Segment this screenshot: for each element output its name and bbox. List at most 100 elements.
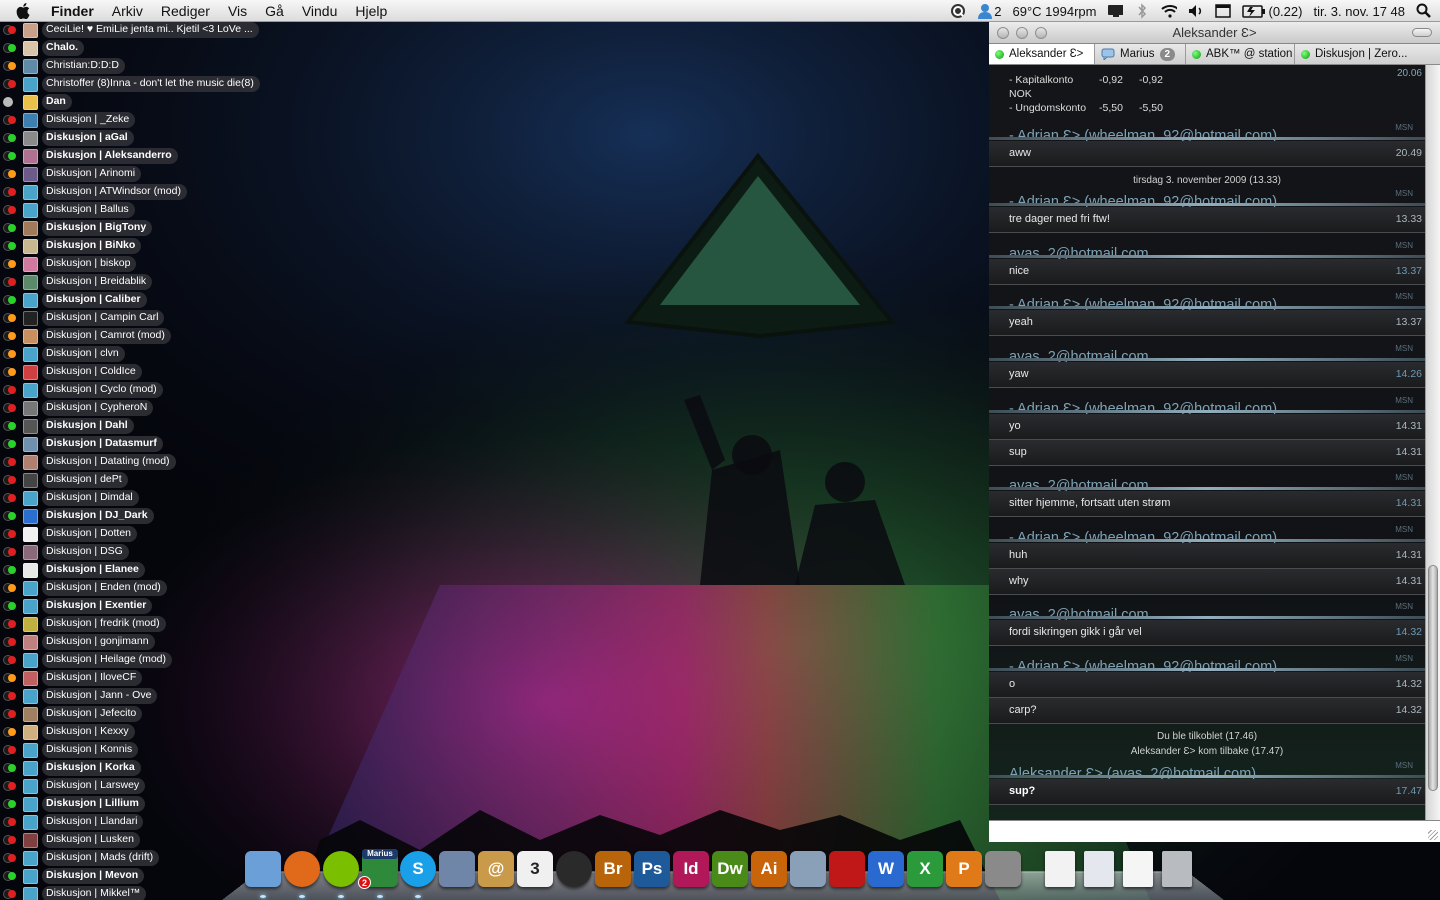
finder-icon[interactable] bbox=[245, 851, 281, 887]
dreamweaver-icon[interactable]: Dw bbox=[712, 851, 748, 887]
buddy-row[interactable]: Diskusjon | Breidablik bbox=[0, 273, 270, 291]
buddy-row[interactable]: Diskusjon | Dotten bbox=[0, 525, 270, 543]
buddy-row[interactable]: Diskusjon | Camrot (mod) bbox=[0, 327, 270, 345]
buddy-row[interactable]: Diskusjon | clvn bbox=[0, 345, 270, 363]
buddy-row[interactable]: Chalo. bbox=[0, 39, 270, 57]
menu-finder[interactable]: Finder bbox=[42, 0, 103, 22]
skype-icon[interactable]: S bbox=[400, 851, 436, 887]
indesign-icon[interactable]: Id bbox=[673, 851, 709, 887]
display-icon[interactable] bbox=[1107, 3, 1124, 19]
address-book-icon[interactable]: @ bbox=[478, 851, 514, 887]
buddy-row[interactable]: Diskusjon | Datasmurf bbox=[0, 435, 270, 453]
buddy-row[interactable]: CeciLie! ♥ EmiLie jenta mi.. Kjetil <3 L… bbox=[0, 21, 270, 39]
menu-rediger[interactable]: Rediger bbox=[152, 0, 219, 22]
blank-document-icon[interactable] bbox=[1123, 851, 1153, 887]
buddy-row[interactable]: Diskusjon | Exentier bbox=[0, 597, 270, 615]
buddy-row[interactable]: Diskusjon | DJ_Dark bbox=[0, 507, 270, 525]
photoshop-icon[interactable]: Ps bbox=[634, 851, 670, 887]
buddy-row[interactable]: Diskusjon | fredrik (mod) bbox=[0, 615, 270, 633]
buddy-row[interactable]: Dan bbox=[0, 93, 270, 111]
adium-icon[interactable]: Marius 2 bbox=[358, 849, 398, 889]
buddy-row[interactable]: Diskusjon | Aleksanderro bbox=[0, 147, 270, 165]
tab-aleksander[interactable]: Aleksander Ɛ> bbox=[989, 44, 1095, 64]
menu-vis[interactable]: Vis bbox=[219, 0, 256, 22]
buddy-row[interactable]: Diskusjon | Kexxy bbox=[0, 723, 270, 741]
zoom-button[interactable] bbox=[1035, 27, 1047, 39]
buddy-row[interactable]: Diskusjon | Konnis bbox=[0, 741, 270, 759]
preview-icon[interactable] bbox=[439, 851, 475, 887]
iphoto-icon[interactable] bbox=[790, 851, 826, 887]
buddy-row[interactable]: Christoffer (8)Inna - don't let the musi… bbox=[0, 75, 270, 93]
buddy-row[interactable]: Christian:D:D:D bbox=[0, 57, 270, 75]
buddy-row[interactable]: Diskusjon | Arinomi bbox=[0, 165, 270, 183]
buddy-row[interactable]: Diskusjon | Korka bbox=[0, 759, 270, 777]
buddy-row[interactable]: Diskusjon | ColdIce bbox=[0, 363, 270, 381]
photo-booth-icon[interactable] bbox=[829, 851, 865, 887]
temperature-readout[interactable]: 69°C 1994rpm bbox=[1013, 4, 1097, 19]
calendar-icon[interactable] bbox=[1215, 3, 1232, 19]
apple-menu-icon[interactable] bbox=[0, 2, 42, 19]
bridge-icon[interactable]: Br bbox=[595, 851, 631, 887]
system-preferences-icon[interactable] bbox=[985, 851, 1021, 887]
buddy-row[interactable]: Diskusjon | CypheroN bbox=[0, 399, 270, 417]
buddy-row[interactable]: Diskusjon | Datating (mod) bbox=[0, 453, 270, 471]
tab-marius[interactable]: Marius 2 bbox=[1095, 44, 1186, 64]
toolbar-toggle-button[interactable] bbox=[1412, 28, 1432, 37]
illustrator-icon[interactable]: Ai bbox=[751, 851, 787, 887]
battery-status-item[interactable]: (0.22) bbox=[1242, 4, 1302, 19]
menu-hjelp[interactable]: Hjelp bbox=[346, 0, 396, 22]
menu-vindu[interactable]: Vindu bbox=[293, 0, 347, 22]
trash-icon[interactable] bbox=[1162, 851, 1192, 887]
buddy-row[interactable]: Diskusjon | Lillium bbox=[0, 795, 270, 813]
buddy-row[interactable]: Diskusjon | dePt bbox=[0, 471, 270, 489]
buddy-row[interactable]: Diskusjon | Dimdal bbox=[0, 489, 270, 507]
buddy-row[interactable]: Diskusjon | Campin Carl bbox=[0, 309, 270, 327]
buddy-row[interactable]: Diskusjon | Larswey bbox=[0, 777, 270, 795]
buddy-row[interactable]: Diskusjon | IloveCF bbox=[0, 669, 270, 687]
buddy-row[interactable]: Diskusjon | Heilage (mod) bbox=[0, 651, 270, 669]
spotify-icon[interactable] bbox=[323, 851, 359, 887]
volume-icon[interactable] bbox=[1188, 3, 1204, 19]
transcript-scrollbar[interactable] bbox=[1425, 65, 1440, 820]
buddy-row[interactable]: Diskusjon | _Zeke bbox=[0, 111, 270, 129]
resize-grip-icon[interactable] bbox=[1428, 830, 1438, 840]
tab-diskusjon-zero[interactable]: Diskusjon | Zero... bbox=[1295, 44, 1426, 64]
buddy-row[interactable]: Diskusjon | Enden (mod) bbox=[0, 579, 270, 597]
buddy-row[interactable]: Diskusjon | Caliber bbox=[0, 291, 270, 309]
message-input[interactable] bbox=[989, 820, 1440, 842]
buddy-row[interactable]: Diskusjon | gonjimann bbox=[0, 633, 270, 651]
rtf-document-icon[interactable] bbox=[1084, 851, 1114, 887]
excel-icon[interactable]: X bbox=[907, 851, 943, 887]
buddy-row[interactable]: Diskusjon | Elanee bbox=[0, 561, 270, 579]
spotlight-search-icon[interactable] bbox=[1416, 3, 1432, 19]
buddy-row[interactable]: Diskusjon | aGal bbox=[0, 129, 270, 147]
messages-status-item[interactable]: 2 bbox=[977, 3, 1002, 19]
buddy-row[interactable]: Diskusjon | DSG bbox=[0, 543, 270, 561]
aperture-icon[interactable] bbox=[556, 851, 592, 887]
buddy-row[interactable]: Diskusjon | BigTony bbox=[0, 219, 270, 237]
minimize-button[interactable] bbox=[1016, 27, 1028, 39]
buddy-row[interactable]: Diskusjon | Cyclo (mod) bbox=[0, 381, 270, 399]
buddy-row[interactable]: Diskusjon | BiNko bbox=[0, 237, 270, 255]
buddy-row[interactable]: Diskusjon | Ballus bbox=[0, 201, 270, 219]
quicksilver-icon[interactable] bbox=[950, 3, 966, 19]
bluetooth-icon[interactable] bbox=[1134, 3, 1150, 19]
firefox-icon[interactable] bbox=[284, 851, 320, 887]
clock[interactable]: tir. 3. nov. 17 48 bbox=[1313, 4, 1405, 19]
buddy-row[interactable]: Diskusjon | ATWindsor (mod) bbox=[0, 183, 270, 201]
word-icon[interactable]: W bbox=[868, 851, 904, 887]
scrollbar-thumb[interactable] bbox=[1428, 565, 1438, 791]
menu-ga[interactable]: Gå bbox=[256, 0, 293, 22]
buddy-row[interactable]: Diskusjon | Jann - Ove bbox=[0, 687, 270, 705]
buddy-row[interactable]: Diskusjon | biskop bbox=[0, 255, 270, 273]
wifi-icon[interactable] bbox=[1161, 3, 1178, 19]
buddy-row[interactable]: Diskusjon | Jefecito bbox=[0, 705, 270, 723]
pdf-document-icon[interactable] bbox=[1045, 851, 1075, 887]
buddy-row[interactable]: Diskusjon | Dahl bbox=[0, 417, 270, 435]
menu-arkiv[interactable]: Arkiv bbox=[103, 0, 152, 22]
ical-icon[interactable]: 3 bbox=[517, 851, 553, 887]
powerpoint-icon[interactable]: P bbox=[946, 851, 982, 887]
chat-transcript[interactable]: - Kapitalkonto -0,92 -0,92 NOK - Ungdomsko… bbox=[989, 65, 1425, 820]
chat-window-titlebar[interactable]: Aleksander Ɛ> bbox=[989, 22, 1440, 44]
buddy-row[interactable]: Diskusjon | Llandari bbox=[0, 813, 270, 831]
